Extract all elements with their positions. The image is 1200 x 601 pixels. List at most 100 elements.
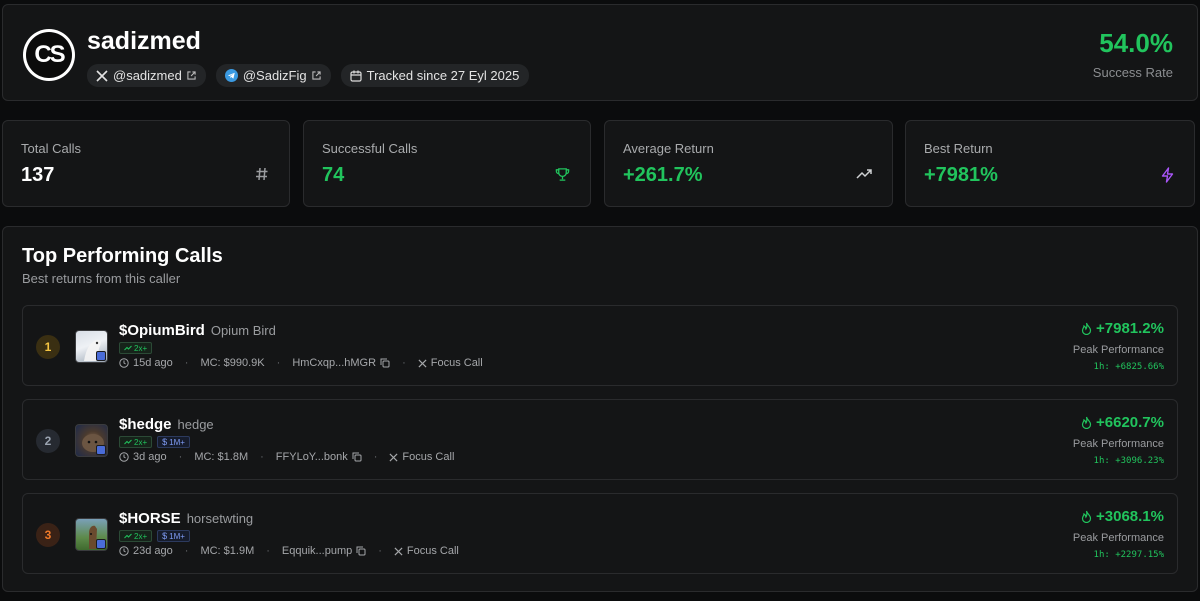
flame-icon	[1081, 416, 1092, 429]
stat-label: Best Return	[924, 141, 993, 156]
chain-badge-icon	[96, 351, 106, 361]
external-link-icon	[187, 71, 196, 80]
x-logo-icon	[418, 358, 427, 368]
separator-dot: ·	[402, 357, 406, 369]
call-age: 15d ago	[133, 357, 173, 369]
separator-dot: ·	[260, 451, 264, 463]
call-row[interactable]: 2 $hedge hedge 2x+ $1M+ 3d ago · MC: $1.8…	[22, 399, 1178, 480]
trending-up-icon	[856, 169, 872, 179]
badge-text: 2x+	[134, 343, 148, 353]
multiplier-badges: 2x+	[119, 342, 153, 354]
avatar: CS	[23, 29, 75, 81]
call-meta: 3d ago · MC: $1.8M · FFYLoY...bonk · Foc…	[119, 451, 454, 463]
badge-text: 1M+	[169, 531, 185, 541]
separator-dot: ·	[276, 357, 281, 369]
calendar-icon	[350, 70, 362, 82]
one-hour-return: 1h: +3096.23%	[1093, 456, 1164, 466]
stat-value: +261.7%	[623, 164, 703, 186]
separator-dot: ·	[184, 545, 189, 557]
token-ticker: $OpiumBird Opium Bird	[119, 322, 276, 339]
stat-best-return: Best Return +7981%	[905, 120, 1195, 207]
badge-1m: $1M+	[157, 436, 190, 448]
ticker-text: $HORSE	[119, 510, 181, 527]
token-image	[75, 330, 108, 363]
success-rate-value: 54.0%	[1099, 28, 1173, 58]
stat-label: Successful Calls	[322, 141, 418, 156]
clock-icon	[119, 546, 129, 556]
copy-icon[interactable]	[352, 452, 362, 462]
x-profile-link[interactable]: @sadizmed	[87, 64, 206, 87]
separator-dot: ·	[178, 451, 183, 463]
contract-address[interactable]: Eqquik...pump	[282, 545, 352, 557]
dollar-icon: $	[162, 437, 168, 447]
trending-up-icon	[124, 345, 132, 351]
telegram-handle: @SadizFig	[242, 68, 307, 83]
market-cap: MC: $990.9K	[200, 357, 265, 369]
separator-dot: ·	[373, 451, 378, 463]
rank-badge: 3	[36, 523, 60, 547]
focus-call-link[interactable]: Focus Call	[407, 545, 459, 557]
rank-badge: 1	[36, 335, 60, 359]
one-hour-return: 1h: +6825.66%	[1093, 362, 1164, 372]
x-logo-icon	[389, 452, 398, 462]
trending-up-icon	[124, 439, 132, 445]
tracked-since-chip: Tracked since 27 Eyl 2025	[340, 64, 530, 87]
badge-2x: 2x+	[119, 530, 153, 542]
copy-icon[interactable]	[380, 358, 390, 368]
external-link-icon	[311, 71, 321, 80]
badge-text: 1M+	[169, 437, 185, 447]
one-hour-return: 1h: +2297.15%	[1093, 550, 1164, 560]
peak-label: Peak Performance	[1072, 532, 1164, 544]
stat-successful-calls: Successful Calls 74	[303, 120, 591, 207]
call-meta: 15d ago · MC: $990.9K · HmCxqp...hMGR · …	[119, 357, 483, 369]
section-subtitle: Best returns from this caller	[22, 271, 181, 286]
focus-call-link[interactable]: Focus Call	[431, 357, 483, 369]
ticker-text: $hedge	[119, 416, 172, 433]
chain-badge-icon	[96, 445, 106, 455]
x-handle: @sadizmed	[113, 68, 182, 83]
section-title: Top Performing Calls	[22, 245, 223, 267]
call-meta: 23d ago · MC: $1.9M · Eqquik...pump · Fo…	[119, 545, 459, 557]
multiplier-badges: 2x+ $1M+	[119, 530, 190, 542]
stat-value: +7981%	[924, 164, 998, 186]
token-name: Opium Bird	[210, 323, 276, 338]
separator-dot: ·	[378, 545, 382, 557]
username: sadizmed	[87, 27, 201, 55]
success-rate-label: Success Rate	[1092, 65, 1173, 80]
copy-icon[interactable]	[356, 546, 366, 556]
badge-text: 2x+	[134, 531, 148, 541]
peak-performance: +3068.1%	[1081, 508, 1164, 525]
x-logo-icon	[394, 546, 403, 556]
telegram-link[interactable]: @SadizFig	[215, 64, 331, 87]
peak-value: +3068.1%	[1096, 508, 1164, 525]
separator-dot: ·	[184, 357, 189, 369]
tracked-since: Tracked since 27 Eyl 2025	[366, 68, 520, 83]
market-cap: MC: $1.9M	[200, 545, 255, 557]
dollar-icon: $	[162, 531, 168, 541]
top-performing-calls: Top Performing Calls Best returns from t…	[2, 226, 1198, 592]
call-age: 3d ago	[133, 451, 167, 463]
token-ticker: $hedge hedge	[119, 416, 214, 433]
call-row[interactable]: 1 $OpiumBird Opium Bird 2x+ 15d ago · MC:…	[22, 305, 1178, 386]
clock-icon	[119, 452, 129, 462]
x-logo-icon	[96, 69, 108, 82]
badge-2x: 2x+	[119, 436, 153, 448]
peak-performance: +7981.2%	[1081, 320, 1164, 337]
flame-icon	[1081, 510, 1092, 523]
badge-text: 2x+	[134, 437, 148, 447]
stat-label: Average Return	[623, 141, 714, 156]
hash-icon	[256, 167, 268, 181]
token-name: hedge	[177, 417, 214, 432]
token-image	[75, 518, 108, 551]
chain-badge-icon	[96, 539, 106, 549]
focus-call-link[interactable]: Focus Call	[402, 451, 454, 463]
lightning-icon	[1161, 167, 1174, 183]
call-row[interactable]: 3 $HORSE horsetwting 2x+ $1M+ 23d ago · M…	[22, 493, 1178, 574]
call-age: 23d ago	[133, 545, 173, 557]
peak-label: Peak Performance	[1072, 438, 1164, 450]
contract-address[interactable]: HmCxqp...hMGR	[292, 357, 376, 369]
avatar-text: CS	[26, 32, 72, 78]
peak-value: +7981.2%	[1096, 320, 1164, 337]
contract-address[interactable]: FFYLoY...bonk	[276, 451, 348, 463]
clock-icon	[119, 358, 129, 368]
